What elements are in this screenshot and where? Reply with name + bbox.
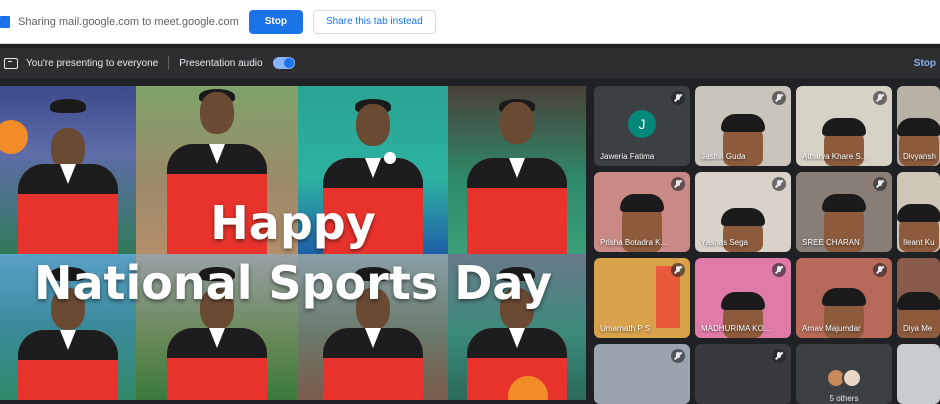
participant-tile[interactable]: Atharva Khare S... xyxy=(796,86,892,166)
participant-tile[interactable]: Ileant Ku xyxy=(897,172,940,252)
participant-name: Atharva Khare S... xyxy=(802,152,868,161)
screen-share-bar: Sharing mail.google.com to meet.google.c… xyxy=(0,0,940,44)
participant-tile[interactable]: SREE CHARAN xyxy=(796,172,892,252)
participant-grid: J Jaweria Fatima Jashvi Guda Atharva Kha… xyxy=(594,86,940,404)
greeting-line-1: Happy xyxy=(210,196,376,250)
stop-presenting-button[interactable]: Stop xyxy=(914,58,936,69)
participant-name: Jashvi Guda xyxy=(701,152,746,161)
sharing-message: Sharing mail.google.com to meet.google.c… xyxy=(18,15,239,28)
participant-tile[interactable]: Arnav Majumdar xyxy=(796,258,892,338)
mic-off-icon xyxy=(873,177,887,191)
participant-tile[interactable] xyxy=(594,344,690,404)
participant-name: Diya Me xyxy=(903,324,933,333)
participant-name: Jaweria Fatima xyxy=(600,152,655,161)
participant-tile[interactable]: Divyansh xyxy=(897,86,940,166)
ping-pong-ball-icon xyxy=(384,152,396,164)
participant-tile[interactable]: Prisha Botadra K... xyxy=(594,172,690,252)
avatar: J xyxy=(628,110,656,138)
participant-tile[interactable]: Yashas Sega xyxy=(695,172,791,252)
participant-name: Arnav Majumdar xyxy=(802,324,861,333)
share-this-tab-button[interactable]: Share this tab instead xyxy=(312,9,436,34)
participant-tile[interactable]: Umarnath P S xyxy=(594,258,690,338)
participant-name: Yashas Sega xyxy=(701,238,748,247)
mic-off-icon xyxy=(772,91,786,105)
others-count: 5 others xyxy=(829,394,859,403)
participant-tile[interactable]: J Jaweria Fatima xyxy=(594,86,690,166)
participant-name: Prisha Botadra K... xyxy=(600,238,668,247)
mic-off-icon xyxy=(772,349,786,363)
participant-tile[interactable] xyxy=(695,344,791,404)
presentation-audio-label: Presentation audio xyxy=(179,57,263,69)
others-avatars xyxy=(826,368,866,388)
mic-off-icon xyxy=(873,263,887,277)
mic-off-icon xyxy=(671,177,685,191)
mic-off-icon xyxy=(671,91,685,105)
mic-off-icon xyxy=(671,263,685,277)
participant-name: Umarnath P S xyxy=(600,324,651,333)
mic-off-icon xyxy=(671,349,685,363)
participant-tile[interactable]: Diya Me xyxy=(897,258,940,338)
presenting-bar: You're presenting to everyone Presentati… xyxy=(0,48,940,78)
present-screen-icon xyxy=(4,57,18,69)
participant-tile[interactable] xyxy=(897,344,940,404)
mic-off-icon xyxy=(772,177,786,191)
mic-off-icon xyxy=(873,91,887,105)
screen-share-icon xyxy=(0,15,10,28)
greeting-line-2: National Sports Day xyxy=(34,256,552,310)
presenting-status: You're presenting to everyone xyxy=(26,57,159,69)
participant-name: Ileant Ku xyxy=(903,238,935,247)
divider xyxy=(168,56,170,70)
participant-tile[interactable]: Jashvi Guda xyxy=(695,86,791,166)
participant-name: SREE CHARAN xyxy=(802,238,860,247)
shared-presentation: Happy National Sports Day xyxy=(0,86,586,400)
stop-sharing-button[interactable]: Stop xyxy=(248,9,303,34)
others-tile[interactable]: 5 others xyxy=(796,344,892,404)
participant-name: Divyansh xyxy=(903,152,936,161)
mic-off-icon xyxy=(772,263,786,277)
participant-name: MADHURIMA KO... xyxy=(701,324,771,333)
participant-tile[interactable]: MADHURIMA KO... xyxy=(695,258,791,338)
presentation-audio-toggle[interactable] xyxy=(272,57,295,69)
